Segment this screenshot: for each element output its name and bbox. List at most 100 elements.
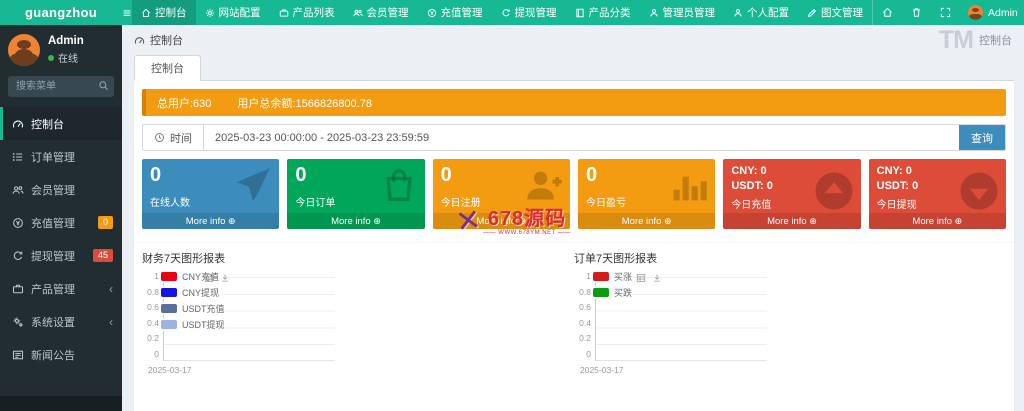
nav-item-articles[interactable]: 图文管理 [798, 0, 873, 25]
sidebar-item-orders[interactable]: 订单管理 [0, 140, 122, 173]
briefcase-icon [12, 283, 24, 295]
nav-item-recharge[interactable]: 充值管理 [418, 0, 492, 25]
sidebar: Admin 在线 控制台 订单管理 会员管理 充值管理 0 [0, 25, 122, 411]
nav-item-product-list[interactable]: 产品列表 [270, 0, 344, 25]
time-filter: 时间 2025-03-23 00:00:00 - 2025-03-23 23:5… [142, 124, 1006, 151]
data-view-icon[interactable] [636, 273, 646, 283]
nav-item-profile[interactable]: 个人配置 [724, 0, 798, 25]
nav-item-withdraw[interactable]: 提现管理 [492, 0, 566, 25]
data-view-icon[interactable] [204, 273, 214, 283]
download-icon[interactable] [652, 273, 662, 283]
sidebar-toggle-button[interactable] [122, 0, 132, 25]
sidebar-item-members[interactable]: 会员管理 [0, 173, 122, 206]
more-info-link[interactable]: More info ⊕ [142, 213, 280, 229]
sidebar-menu: 控制台 订单管理 会员管理 充值管理 0 提现管理 45 产品管理 ‹ 系统设置 [0, 107, 122, 371]
arrow-circle-icon: ⊕ [228, 216, 236, 226]
download-icon[interactable] [220, 273, 230, 283]
more-info-link[interactable]: More info ⊕ [287, 213, 425, 229]
legend-swatch [593, 288, 609, 297]
arrow-circle-icon: ⊕ [373, 216, 381, 226]
sidebar-user-panel: Admin 在线 [0, 25, 122, 73]
withdraw-badge: 45 [92, 249, 113, 262]
arrow-circle-icon: ⊕ [664, 216, 672, 226]
clear-cache-button[interactable] [902, 0, 931, 25]
book-icon [575, 8, 585, 18]
dashboard-panel: 总用户:630 用户总余额:1566826800.78 时间 2025-03-2… [134, 81, 1014, 411]
refresh-icon [12, 250, 24, 262]
hamburger-icon [122, 8, 132, 18]
dashboard-icon [134, 35, 145, 46]
usdt-amount: USDT: 0 [876, 180, 919, 193]
more-info-link[interactable]: More info ⊕ [577, 213, 716, 229]
chart-toolbox [204, 273, 230, 283]
sidebar-item-dashboard[interactable]: 控制台 [0, 107, 122, 140]
stat-label: 今日注册 [440, 198, 481, 209]
edit-icon [807, 8, 817, 18]
navbar-menu: 控制台 网站配置 产品列表 会员管理 充值管理 提现管理 产品分类 管理员管理 [132, 0, 873, 25]
user-icon [649, 8, 659, 18]
nav-item-dashboard[interactable]: 控制台 [132, 0, 196, 25]
stat-box-orders-today: 0 今日订单 More info ⊕ [287, 159, 425, 229]
legend-item[interactable]: CNY提现 [161, 286, 225, 299]
sidebar-item-news[interactable]: 新闻公告 [0, 338, 122, 371]
users-icon [352, 8, 363, 18]
legend-swatch [161, 320, 177, 329]
chart-plot-area: CNY充值 CNY提现 USDT充值 USDT提现 1 0.8 0.6 0.4 0.2 0… [142, 269, 574, 377]
dashboard-icon [12, 118, 24, 130]
list-icon [12, 151, 24, 163]
stat-value: 0 [150, 164, 162, 186]
date-range-input[interactable]: 2025-03-23 00:00:00 - 2025-03-23 23:59:5… [204, 125, 959, 150]
time-filter-label: 时间 [143, 125, 204, 150]
navbar-right-controls: Admin [873, 0, 1024, 25]
sidebar-item-settings[interactable]: 系统设置 ‹ [0, 305, 122, 338]
breadcrumb-right: TM 控制台 [938, 25, 1012, 54]
legend-swatch [161, 272, 177, 281]
usdt-amount: USDT: 0 [731, 180, 773, 193]
nav-item-site-config[interactable]: 网站配置 [196, 0, 270, 25]
legend-swatch [161, 304, 177, 313]
legend-item[interactable]: USDT充值 [161, 302, 225, 315]
nav-item-product-category[interactable]: 产品分类 [566, 0, 640, 25]
content-header: 控制台 TM 控制台 [122, 25, 1024, 55]
y-axis: 1 0.8 0.6 0.4 0.2 0 [579, 271, 591, 359]
nav-item-admin-manage[interactable]: 管理员管理 [640, 0, 725, 25]
user-icon [733, 8, 743, 18]
legend-swatch [593, 272, 609, 281]
fullscreen-button[interactable] [931, 0, 960, 25]
sidebar-item-recharge[interactable]: 充值管理 0 [0, 206, 122, 239]
sidebar-search [8, 76, 114, 97]
tab-dashboard[interactable]: 控制台 [134, 55, 201, 81]
sidebar-item-withdraw[interactable]: 提现管理 45 [0, 239, 122, 272]
legend-item[interactable]: 买涨 [593, 270, 633, 283]
stat-box-online: 0 在线人数 More info ⊕ [142, 159, 280, 229]
chart-title: 财务7天图形报表 [142, 253, 226, 265]
home-button[interactable] [873, 0, 902, 25]
legend-item[interactable]: USDT提现 [161, 318, 225, 331]
x-axis-label: 2025-03-17 [148, 365, 192, 375]
breadcrumb[interactable]: 控制台 [134, 32, 183, 48]
coin-icon [12, 217, 24, 229]
search-icon[interactable] [98, 80, 109, 91]
y-axis: 1 0.8 0.6 0.4 0.2 0 [147, 271, 159, 359]
cny-amount: CNY: 0 [731, 165, 767, 177]
user-menu[interactable]: Admin [960, 5, 1024, 20]
nav-item-members[interactable]: 会员管理 [344, 0, 418, 25]
home-icon [882, 7, 893, 18]
stat-box-profit-today: 0 今日盈亏 More info ⊕ [577, 159, 716, 229]
brand-logo[interactable]: guangzhou [0, 0, 122, 25]
stat-boxes: 0 在线人数 More info ⊕ 0 今日订单 More info ⊕ 0 … [142, 159, 1006, 229]
gear-icon [205, 8, 215, 18]
query-button[interactable]: 查询 [959, 125, 1005, 150]
sidebar-item-products[interactable]: 产品管理 ‹ [0, 272, 122, 305]
legend-swatch [161, 288, 177, 297]
arrow-circle-icon: ⊕ [518, 216, 527, 226]
more-info-link[interactable]: More info ⊕ [432, 213, 570, 229]
recharge-badge: 0 [97, 216, 113, 229]
sidebar-username: Admin [48, 35, 84, 47]
navbar-username: Admin [988, 6, 1018, 19]
legend-item[interactable]: 买跌 [593, 286, 633, 299]
avatar [8, 34, 40, 66]
total-users: 总用户:630 [157, 97, 212, 110]
finance-chart: 财务7天图形报表 CNY充值 CNY提现 USDT充值 USDT提现 1 0.8 0… [142, 250, 574, 377]
coin-icon [427, 8, 437, 18]
